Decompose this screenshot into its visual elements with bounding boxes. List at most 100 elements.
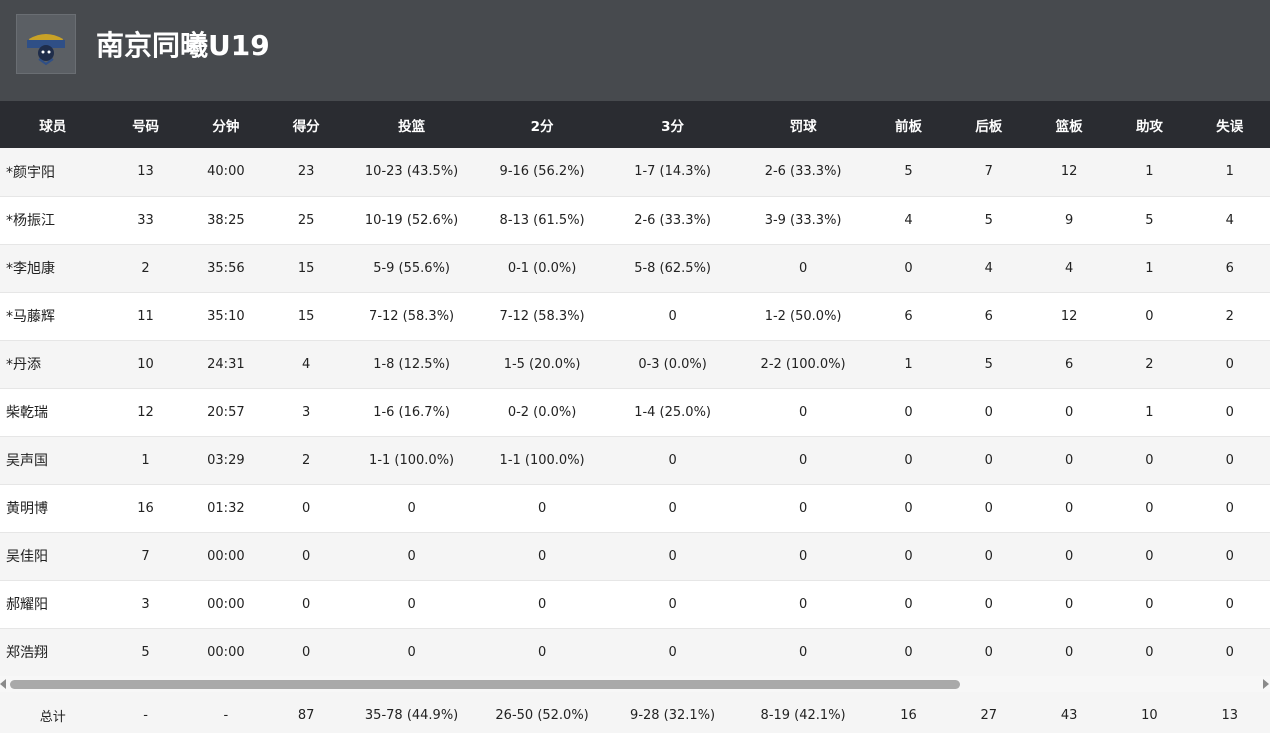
stat-cell: 0 [346,484,477,533]
stat-cell: 2 [105,244,186,293]
player-name-cell[interactable]: 柴乾瑞 [0,388,106,437]
totals-cell: - [105,692,186,733]
column-header-points[interactable]: 得分 [266,101,347,148]
stat-cell: 10-23 (43.5%) [346,148,477,197]
stat-cell: 7 [105,532,186,581]
scrollbar-thumb[interactable] [10,680,960,689]
stat-cell: 00:00 [185,532,267,581]
column-header-assists[interactable]: 助攻 [1109,101,1190,148]
stat-cell: 4 [266,340,347,389]
totals-table: 总计 - -87 35-78 (44.9%) 26-50 (52.0%) 9-28 (32… [0,692,1270,733]
box-score-table-wrap: 球员 号码 分钟 得分 投篮 2分 3分 罚球 前板 后板 篮板 助攻 失误 *… [0,101,1270,677]
player-name-cell[interactable]: 郝耀阳 [0,580,106,629]
stat-cell: 1-2 (50.0%) [737,292,869,341]
stat-cell: 12 [1028,148,1110,197]
stat-cell: 0 [737,436,869,485]
stat-cell: 15 [266,244,347,293]
player-name-cell[interactable]: 吴佳阳 [0,532,106,581]
table-row: 柴乾瑞 12 20:57 3 1-6 (16.7%) 0-2 (0.0%) 1-4 (25.… [0,388,1270,437]
stat-cell: 9 [1028,196,1110,245]
player-name-cell[interactable]: *李旭康 [0,244,106,293]
player-name-cell[interactable]: *杨振江 [0,196,106,245]
stat-cell: 0 [1028,436,1110,485]
stat-cell: 0 [476,484,608,533]
scroll-right-arrow-icon[interactable] [1263,679,1269,689]
column-header-player[interactable]: 球员 [0,101,106,148]
stat-cell: 12 [1028,292,1110,341]
column-header-minutes[interactable]: 分钟 [185,101,267,148]
stat-cell: 1 [1109,388,1190,437]
stat-cell: 1-4 (25.0%) [607,388,738,437]
stat-cell: 3 [266,388,347,437]
player-name-cell[interactable]: 黄明博 [0,484,106,533]
stat-cell: 0 [868,244,949,293]
player-name-cell[interactable]: 吴声国 [0,436,106,485]
stat-cell: 35:10 [185,292,267,341]
stat-cell: 7 [948,148,1029,197]
stat-cell: 0 [1189,436,1270,485]
stat-cell: 0 [476,532,608,581]
stat-cell: 0 [948,580,1029,629]
stat-cell: 0 [1028,388,1110,437]
stat-cell: 13 [105,148,186,197]
totals-cell: 16 [868,692,949,733]
table-row: 吴佳阳 7 00:00 0 0 0 0 0 0 0 0 0 0 [0,532,1270,581]
stat-cell: 3-9 (33.3%) [737,196,869,245]
player-name-cell[interactable]: 郑浩翔 [0,628,106,677]
table-row: *李旭康 2 35:56 15 5-9 (55.6%) 0-1 (0.0%) 5-8 (62… [0,244,1270,293]
table-row: 黄明博 16 01:32 0 0 0 0 0 0 0 0 0 0 [0,484,1270,533]
player-name-cell[interactable]: *颜宇阳 [0,148,106,197]
stat-cell: 00:00 [185,628,267,677]
stat-cell: 4 [948,244,1029,293]
stat-cell: 4 [1028,244,1110,293]
stat-cell: 0 [1028,532,1110,581]
stat-cell: 10-19 (52.6%) [346,196,477,245]
column-header-defensive-rebounds[interactable]: 后板 [948,101,1029,148]
player-name-cell[interactable]: *马藤辉 [0,292,106,341]
stat-cell: 2 [1109,340,1190,389]
stat-cell: 7-12 (58.3%) [476,292,608,341]
column-header-two-pointers[interactable]: 2分 [476,101,608,148]
table-row: *马藤辉 11 35:10 15 7-12 (58.3%) 7-12 (58.3%) 0 1-… [0,292,1270,341]
stat-cell: 1 [1189,148,1270,197]
stat-cell: 7-12 (58.3%) [346,292,477,341]
stat-cell: 0 [737,580,869,629]
stat-cell: 1 [1109,148,1190,197]
scroll-left-arrow-icon[interactable] [0,679,6,689]
box-score-table: 球员 号码 分钟 得分 投篮 2分 3分 罚球 前板 后板 篮板 助攻 失误 *… [0,101,1270,677]
stat-cell: 5 [105,628,186,677]
totals-cell: 27 [948,692,1029,733]
stat-cell: 0 [1189,340,1270,389]
stat-cell: 0 [476,628,608,677]
totals-cell: 87 [266,692,347,733]
totals-cell: 35-78 (44.9%) [346,692,477,733]
stat-cell: 2 [1189,292,1270,341]
stat-cell: 0 [1189,532,1270,581]
stat-cell: 8-13 (61.5%) [476,196,608,245]
column-header-number[interactable]: 号码 [105,101,186,148]
stat-cell: 0 [607,292,738,341]
stat-cell: 0 [1109,436,1190,485]
stat-cell: 0 [607,532,738,581]
stat-cell: 1-5 (20.0%) [476,340,608,389]
stat-cell: 1-1 (100.0%) [476,436,608,485]
stat-cell: 0 [737,532,869,581]
stat-cell: 5-9 (55.6%) [346,244,477,293]
stat-cell: 03:29 [185,436,267,485]
stat-cell: 0 [1028,580,1110,629]
totals-cell: 43 [1028,692,1110,733]
stat-cell: 25 [266,196,347,245]
column-header-offensive-rebounds[interactable]: 前板 [868,101,949,148]
column-header-rebounds[interactable]: 篮板 [1028,101,1110,148]
horizontal-scrollbar[interactable] [0,676,1270,692]
stat-cell: 15 [266,292,347,341]
column-header-free-throws[interactable]: 罚球 [737,101,869,148]
totals-label: 总计 [0,692,106,733]
stat-cell: 6 [948,292,1029,341]
stat-cell: 0 [737,628,869,677]
stat-cell: 0 [266,628,347,677]
column-header-three-pointers[interactable]: 3分 [607,101,738,148]
player-name-cell[interactable]: *丹添 [0,340,106,389]
column-header-turnovers[interactable]: 失误 [1189,101,1270,148]
column-header-field-goals[interactable]: 投篮 [346,101,477,148]
